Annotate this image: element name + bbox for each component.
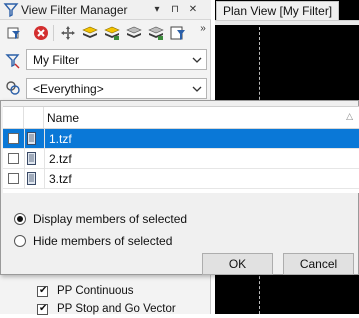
row-checkbox[interactable] xyxy=(8,153,19,164)
sort-icon: △ xyxy=(346,111,353,121)
scope-dropdown-popup: Name △ 1.tzf 2.tzf 3.tzf Display members… xyxy=(0,100,359,275)
delete-icon xyxy=(34,26,48,40)
file-icon xyxy=(27,172,36,185)
checkbox-column-header[interactable] xyxy=(3,107,24,128)
checkbox[interactable]: ✔ xyxy=(37,303,48,315)
layers-gray-alt-icon xyxy=(148,26,164,40)
cancel-button[interactable]: Cancel xyxy=(283,253,354,275)
hide-members-radio[interactable] xyxy=(14,235,26,247)
panel-menu-button[interactable]: ▾ xyxy=(150,2,164,18)
new-filter-button[interactable] xyxy=(5,24,23,42)
filter-icon xyxy=(5,54,20,69)
filter-select-value: My Filter xyxy=(33,53,79,67)
file-name: 3.tzf xyxy=(49,172,72,186)
list-item-label: PP Stop and Go Vector xyxy=(57,303,176,315)
delete-button[interactable] xyxy=(32,24,50,42)
new-filter-icon xyxy=(7,27,20,39)
scope-select-value: <Everything> xyxy=(33,82,104,96)
panel-header: View Filter Manager ▾ ⊓ ✕ xyxy=(0,0,211,20)
layers-gray-alt-button[interactable] xyxy=(147,24,165,42)
table-row[interactable]: 3.tzf xyxy=(3,169,359,189)
filter-icon xyxy=(3,3,19,18)
move-icon xyxy=(61,26,75,40)
tab-plan-view[interactable]: Plan View [My Filter] xyxy=(216,1,340,20)
hide-members-label[interactable]: Hide members of selected xyxy=(33,234,172,248)
file-icon xyxy=(27,132,36,145)
file-grid: Name △ 1.tzf 2.tzf 3.tzf xyxy=(3,106,359,193)
pin-button[interactable]: ⊓ xyxy=(168,2,182,18)
name-column-header[interactable]: Name xyxy=(47,111,79,125)
grid-header: Name △ xyxy=(3,107,359,129)
layers-gray-icon xyxy=(126,26,142,38)
ok-button[interactable]: OK xyxy=(202,253,273,275)
panel-title: View Filter Manager xyxy=(21,3,128,17)
layers-gray-button[interactable] xyxy=(125,24,143,42)
file-name: 1.tzf xyxy=(49,132,72,146)
file-icon xyxy=(27,152,36,165)
list-item-label: PP Continuous xyxy=(57,285,134,297)
chevron-down-icon[interactable] xyxy=(188,80,205,97)
layers-yellow-icon xyxy=(82,26,98,38)
move-button[interactable] xyxy=(59,24,77,42)
filter-select[interactable]: My Filter xyxy=(26,49,207,70)
close-button[interactable]: ✕ xyxy=(186,2,200,18)
toolbar-overflow-button[interactable]: » xyxy=(196,21,210,37)
table-row[interactable]: 1.tzf xyxy=(3,129,359,149)
layers-yellow-button[interactable] xyxy=(81,24,99,42)
chevron-down-icon[interactable] xyxy=(188,51,205,68)
row-checkbox[interactable] xyxy=(8,173,19,184)
toolbar: » xyxy=(0,21,211,45)
display-members-radio[interactable] xyxy=(14,213,26,225)
checkbox[interactable]: ✔ xyxy=(37,285,48,297)
layers-yellow-alt-button[interactable] xyxy=(103,24,121,42)
scope-select[interactable]: <Everything> xyxy=(26,78,207,99)
file-name: 2.tzf xyxy=(49,152,72,166)
icon-column-header[interactable] xyxy=(24,107,44,128)
table-row[interactable]: 2.tzf xyxy=(3,149,359,169)
layers-scope-icon xyxy=(6,81,20,95)
row-checkbox[interactable] xyxy=(8,133,19,144)
layers-yellow-alt-icon xyxy=(104,26,120,40)
tab-strip xyxy=(215,20,359,25)
display-members-label[interactable]: Display members of selected xyxy=(33,212,187,226)
filter-settings-button[interactable] xyxy=(169,24,187,42)
filter-settings-icon xyxy=(170,26,185,40)
